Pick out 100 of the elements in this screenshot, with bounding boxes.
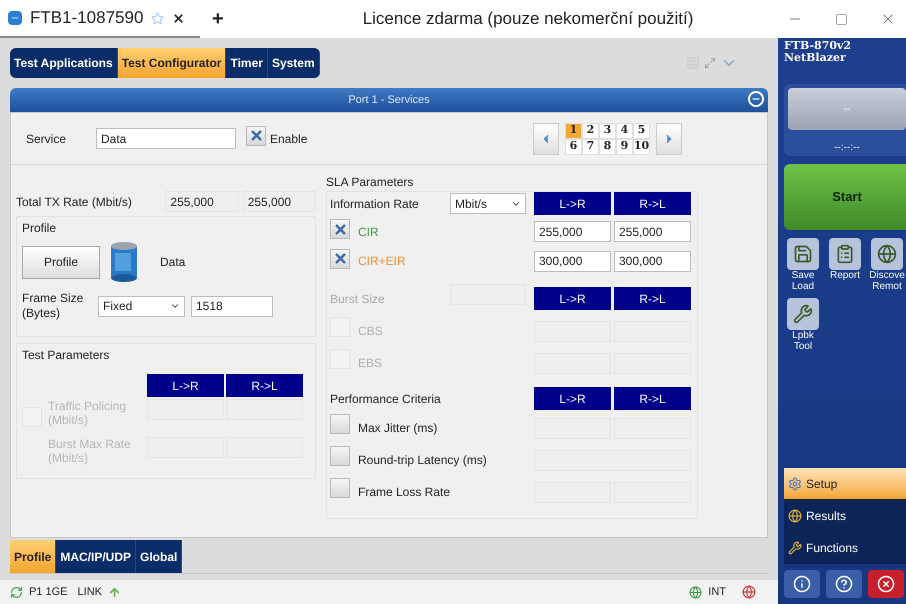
frame-size-select[interactable]: Fixed	[98, 296, 185, 316]
group-title: SLA Parameters	[326, 174, 414, 191]
nav-item[interactable]: Results	[784, 500, 906, 532]
next-button[interactable]	[656, 122, 682, 154]
star-icon[interactable]	[151, 12, 164, 24]
parameter-label: EBS	[358, 355, 384, 372]
tool-button[interactable]: Lpbk Tool	[784, 298, 822, 352]
arrow-up-icon	[108, 586, 121, 598]
parameter-label: Frame Loss Rate	[358, 484, 452, 501]
rate-field[interactable]: 255,000	[242, 191, 316, 212]
parameter-label: Burst Max Rate (Mbit/s)	[48, 437, 132, 465]
start-button[interactable]: Start	[784, 164, 906, 230]
column-header: L->R	[534, 192, 611, 215]
rate-field[interactable]: 255,000	[534, 221, 611, 242]
close-icon[interactable]	[172, 12, 186, 24]
unit-select[interactable]: Mbit/s	[450, 193, 526, 214]
top-tab[interactable]: System	[268, 48, 320, 78]
tool-button[interactable]: Report	[826, 238, 864, 292]
bottom-tab[interactable]: Profile	[10, 540, 56, 573]
maximize-icon[interactable]	[835, 12, 848, 26]
bottom-tab[interactable]: MAC/IP/UDP	[56, 540, 136, 573]
section-label: Information Rate	[330, 196, 420, 212]
column-header: R->L	[614, 192, 691, 215]
page-number[interactable]: 1	[565, 122, 582, 138]
parameter-label: Traffic Policing (Mbit/s)	[48, 399, 128, 427]
checkbox[interactable]	[330, 478, 350, 498]
tool-button[interactable]: Save Load	[784, 238, 822, 292]
x-icon	[248, 128, 264, 144]
column-header: R->L	[226, 374, 303, 397]
panel-title: Port 1 - Services	[348, 92, 430, 108]
column-header: R->L	[614, 287, 691, 310]
page-number[interactable]: 4	[616, 122, 633, 138]
tab-title[interactable]: FTB1-1087590	[30, 5, 144, 31]
previous-button[interactable]	[533, 122, 559, 154]
profile-name: Data	[160, 254, 186, 271]
profile-button[interactable]: Profile	[22, 246, 100, 278]
nav-item[interactable]: Setup	[784, 468, 906, 500]
database-icon	[110, 241, 138, 283]
app-logo-icon	[8, 11, 22, 25]
parameter-label: CIR+EIR	[358, 253, 407, 270]
sync-icon	[10, 586, 23, 598]
rate-field[interactable]: 255,000	[165, 191, 239, 212]
bottom-tab[interactable]: Global	[136, 540, 182, 573]
top-tab[interactable]: Timer	[226, 48, 268, 78]
page-number[interactable]: 7	[582, 138, 599, 154]
page-number[interactable]: 3	[599, 122, 616, 138]
zoom-out-icon[interactable]	[748, 91, 764, 107]
checkbox[interactable]	[330, 414, 350, 434]
link-status: LINK	[78, 584, 102, 600]
parameter-label: Round-trip Latency (ms)	[358, 452, 488, 469]
group-title: Profile	[22, 220, 58, 237]
section-label: Burst Size	[330, 290, 386, 308]
close-icon	[877, 575, 895, 593]
enable-label: Enable	[270, 130, 308, 148]
tool-button[interactable]: Discove Remot	[868, 238, 906, 292]
group-title: Test Parameters	[22, 347, 110, 364]
info-icon	[793, 575, 811, 593]
checkbox[interactable]	[330, 219, 350, 239]
rate-field[interactable]: 255,000	[614, 221, 691, 242]
service-field[interactable]: Data	[96, 128, 236, 149]
expand-icon[interactable]	[704, 57, 716, 69]
page-number[interactable]: 6	[565, 138, 582, 154]
status-value: --	[788, 88, 906, 130]
page-number[interactable]: 2	[582, 122, 599, 138]
column-header: L->R	[147, 374, 224, 397]
exit-button[interactable]	[868, 570, 904, 598]
rate-field[interactable]: 300,000	[534, 250, 611, 272]
checkbox[interactable]	[246, 126, 266, 146]
column-header: L->R	[534, 287, 611, 310]
checkbox[interactable]	[330, 446, 350, 466]
page-number[interactable]: 9	[616, 138, 633, 154]
x-icon	[332, 222, 348, 236]
column-header: L->R	[534, 387, 611, 410]
page-number[interactable]: 8	[599, 138, 616, 154]
column-header: R->L	[614, 387, 691, 410]
parameter-label: CIR	[358, 224, 380, 241]
globe-icon	[742, 585, 756, 599]
rate-field[interactable]: 300,000	[614, 250, 691, 272]
help-icon	[835, 575, 853, 593]
license-text: Licence zdarma (pouze nekomerční použití)	[362, 8, 694, 30]
top-tab[interactable]: Test Configurator	[118, 48, 226, 78]
page-number[interactable]: 5	[633, 122, 650, 138]
parameter-label: CBS	[358, 323, 384, 340]
nav-item[interactable]: Functions	[784, 532, 906, 564]
section-label: Performance Criteria	[330, 390, 442, 408]
checkbox[interactable]	[330, 248, 350, 268]
help-button[interactable]	[826, 570, 862, 598]
service-label: Service	[26, 130, 68, 148]
model-name: NetBlazer	[784, 52, 847, 64]
info-button[interactable]	[784, 570, 820, 598]
total-tx-label: Total TX Rate (Mbit/s)	[16, 194, 133, 210]
x-icon	[332, 251, 348, 266]
timer: --:--:--	[834, 141, 860, 155]
model-name: FTB-870v2	[784, 40, 852, 52]
port-status: P1 1GE	[29, 584, 68, 600]
new-tab-button[interactable]: +	[208, 4, 228, 34]
frame-size-field[interactable]: 1518	[191, 296, 273, 316]
page-number[interactable]: 10	[633, 138, 650, 154]
clock-source: INT	[708, 584, 726, 600]
frame-size-label: Frame Size (Bytes)	[22, 291, 84, 321]
